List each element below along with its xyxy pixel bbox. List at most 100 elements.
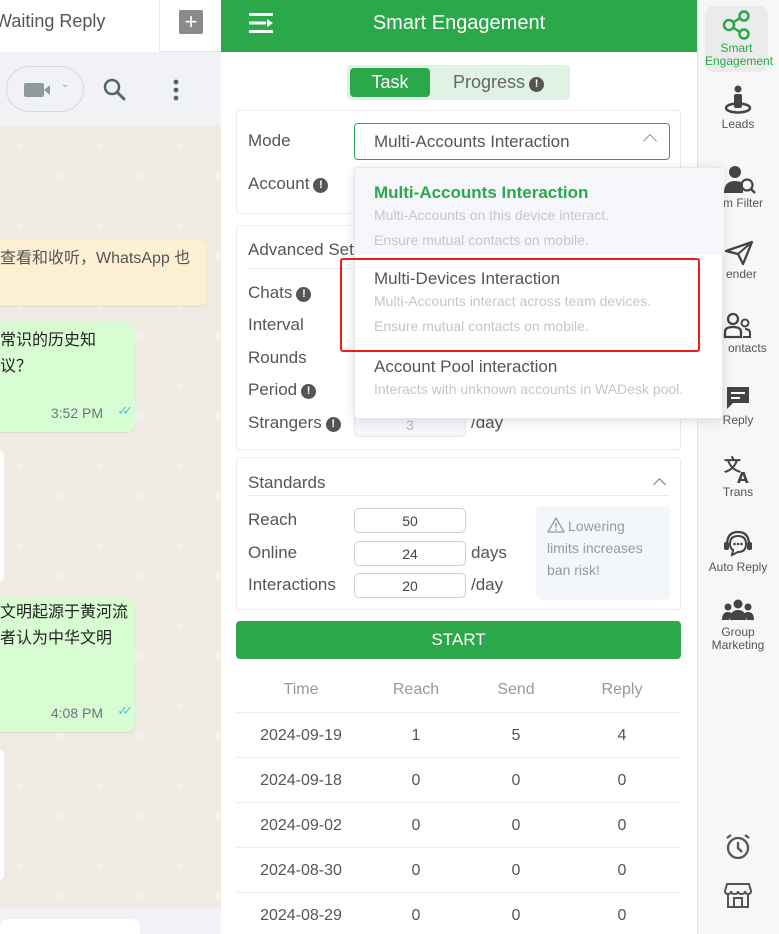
standards-title[interactable]: Standards [248, 473, 326, 493]
cell-time: 2024-09-02 [260, 817, 342, 834]
svg-text:A: A [737, 469, 749, 484]
chat-tab-bar: Waiting Reply + [0, 0, 221, 52]
interactions-label: Interactions [248, 575, 336, 594]
chevron-up-icon [642, 133, 658, 149]
mode-value: Multi-Accounts Interaction [374, 132, 570, 151]
alarm-clock-icon [726, 834, 750, 860]
message-icon [727, 387, 749, 409]
read-ticks-icon: ✓✓ [117, 403, 133, 418]
tab-task[interactable]: Task [350, 68, 430, 97]
system-message: 查看和收听，WhatsApp 也 [0, 240, 207, 306]
message-input[interactable] [0, 919, 140, 934]
rail-label: Marketing [711, 638, 765, 652]
rounds-label: Rounds [248, 348, 307, 367]
rail-item-auto-reply[interactable]: Auto Reply [698, 529, 778, 574]
cell-time: 2024-08-29 [260, 907, 342, 924]
rail-item-trans[interactable]: 文A Trans [698, 456, 778, 499]
rail-item-leads[interactable]: Leads [698, 84, 778, 131]
chevron-up-icon[interactable] [653, 478, 666, 491]
cell-time: 2024-09-19 [260, 727, 342, 744]
rail-item-smart-engagement[interactable]: Smart Engagement [705, 6, 773, 72]
cell-send: 0 [511, 907, 521, 924]
incoming-message[interactable] [0, 451, 4, 581]
rail-item-group-marketing[interactable]: Group Marketing [698, 598, 778, 652]
cell-send: 5 [511, 727, 521, 744]
info-icon: ! [296, 287, 312, 302]
cell-time: 2024-09-18 [260, 772, 342, 789]
mode-select[interactable]: Multi-Accounts Interaction [354, 123, 670, 160]
advanced-settings-title[interactable]: Advanced Set [248, 240, 354, 260]
outgoing-message[interactable]: 常识的历史知 议？ 3:52 PM ✓✓ [0, 322, 135, 432]
cell-reply: 4 [617, 727, 627, 744]
warning-icon [547, 517, 565, 533]
chat-pane: Waiting Reply + ⌄ 查看和收听，WhatsApp 也 常识的历史… [0, 0, 221, 934]
incoming-message[interactable] [0, 750, 4, 880]
option-title: Multi-Accounts Interaction [374, 183, 589, 202]
option-title: Account Pool interaction [374, 357, 558, 376]
cell-reply: 0 [617, 817, 627, 834]
tab-waiting-reply[interactable]: Waiting Reply [0, 0, 160, 52]
rail-item-store[interactable] [698, 880, 778, 912]
right-sidebar: Smart Engagement Leads m Filter ender on… [697, 0, 779, 934]
message-time: 4:08 PM [50, 705, 103, 721]
table-row: 2024-09-02 0 0 0 [236, 803, 681, 848]
strangers-label: Strangers! [248, 413, 341, 433]
account-label: Account! [248, 174, 329, 194]
cell-reply: 0 [617, 907, 627, 924]
cell-send: 0 [511, 817, 521, 834]
cell-reply: 0 [617, 772, 627, 789]
option-account-pool[interactable]: Account Pool interaction Interacts with … [355, 357, 724, 417]
table-header: Time Reach Send Reply [236, 667, 681, 713]
warning-text: ban risk! [547, 562, 600, 578]
smart-engagement-panel: Smart Engagement Task Progress! Mode Mul… [221, 0, 697, 934]
outgoing-message[interactable]: 文明起源于黄河流 者认为中华文明 4:08 PM ✓✓ [0, 598, 135, 732]
stats-table: Time Reach Send Reply 2024-09-19 1 5 4 2… [236, 667, 681, 934]
option-multi-devices[interactable]: Multi-Devices Interaction Multi-Accounts… [355, 269, 724, 356]
rail-label: ontacts [728, 341, 767, 355]
interactions-input[interactable]: 20 [354, 573, 466, 598]
start-button[interactable]: START [236, 621, 681, 659]
reach-input[interactable]: 50 [354, 508, 466, 533]
table-row: 2024-09-19 1 5 4 [236, 713, 681, 758]
warning-box: Lowering limits increases ban risk! [536, 506, 670, 600]
warning-text: Lowering [568, 518, 625, 534]
message-line: 文明起源于黄河流 [0, 604, 129, 621]
tab-progress[interactable]: Progress! [453, 68, 545, 97]
search-icon[interactable] [102, 77, 126, 101]
chats-label: Chats! [248, 283, 312, 303]
cell-reply: 0 [617, 862, 627, 879]
cell-send: 0 [511, 772, 521, 789]
panel-title: Smart Engagement [372, 12, 546, 34]
option-title: Multi-Devices Interaction [374, 269, 561, 288]
online-input[interactable]: 24 [354, 541, 466, 566]
info-icon: ! [529, 77, 545, 92]
send-icon [724, 240, 754, 266]
tab-label: Waiting Reply [0, 11, 106, 31]
more-vertical-icon[interactable] [170, 78, 182, 102]
column-header: Reply [601, 681, 643, 698]
warning-text: limits increases [547, 540, 643, 556]
standards-card: Standards Reach 50 Online 24 days Intera… [236, 457, 681, 610]
option-desc: Ensure mutual contacts on mobile. [374, 232, 589, 248]
message-line: 议？ [0, 358, 33, 375]
contacts-icon [723, 312, 751, 339]
table-row: 2024-08-30 0 0 0 [236, 848, 681, 893]
store-icon [723, 883, 753, 908]
chat-footer [0, 908, 221, 934]
rail-item-alarm[interactable] [698, 832, 778, 864]
message-time: 3:52 PM [50, 405, 103, 421]
info-icon: ! [313, 178, 329, 193]
headset-chat-icon [724, 530, 752, 557]
mode-dropdown: Multi-Accounts Interaction Multi-Account… [354, 167, 724, 419]
video-call-icon [24, 83, 50, 97]
interval-label: Interval [248, 315, 304, 334]
translate-icon: 文A [724, 456, 749, 484]
task-progress-tabs: Task Progress! [347, 65, 570, 100]
read-ticks-icon: ✓✓ [117, 703, 133, 718]
option-multi-accounts[interactable]: Multi-Accounts Interaction Multi-Account… [355, 168, 724, 255]
plus-icon[interactable]: + [179, 10, 203, 34]
option-desc: Interacts with unknown accounts in WADes… [374, 381, 684, 397]
divider [248, 495, 669, 496]
info-icon: ! [325, 417, 341, 432]
video-call-button[interactable]: ⌄ [6, 66, 84, 112]
